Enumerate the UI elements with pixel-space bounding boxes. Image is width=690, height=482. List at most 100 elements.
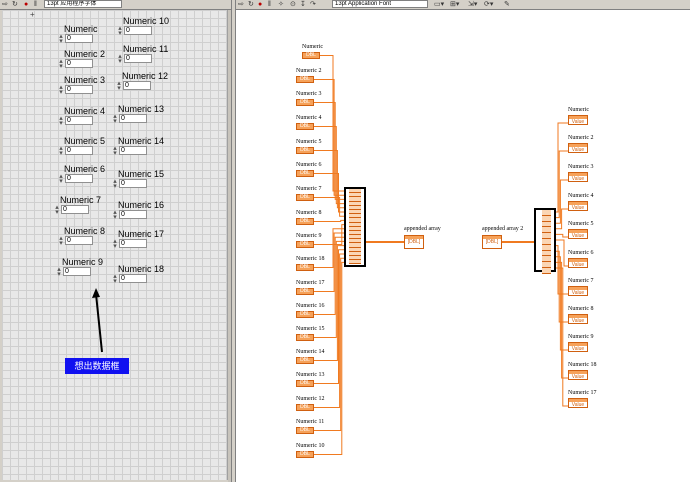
- numeric-input[interactable]: 0: [61, 205, 89, 214]
- terminal-label: Numeric 13: [296, 372, 325, 378]
- terminal-label: Numeric 6: [296, 162, 322, 168]
- numeric-input[interactable]: 0: [119, 146, 147, 155]
- build-array-input[interactable]: [349, 260, 361, 265]
- increment-arrows-icon[interactable]: ▴ ▾: [116, 80, 122, 92]
- terminal-label: Numeric 3: [296, 91, 322, 97]
- numeric-input[interactable]: 0: [65, 146, 93, 155]
- dbl-terminal-box[interactable]: DBL: [296, 288, 314, 295]
- font-selector[interactable]: 13pt 应用程序字体: [44, 0, 122, 8]
- numeric-input[interactable]: 0: [119, 274, 147, 283]
- increment-arrows-icon[interactable]: ▴ ▾: [56, 266, 62, 278]
- dbl-terminal-box[interactable]: DBL: [296, 427, 314, 434]
- terminal-label: Numeric 18: [568, 362, 597, 368]
- numeric-input[interactable]: 0: [119, 239, 147, 248]
- index-array-node[interactable]: [534, 208, 556, 274]
- dbl-terminal-box[interactable]: DBL: [296, 123, 314, 130]
- numeric-input[interactable]: 0: [119, 114, 147, 123]
- wire-to-build-array[interactable]: [314, 219, 344, 222]
- value-indicator-box[interactable]: Value: [568, 229, 588, 239]
- numeric-label: Numeric 16: [118, 200, 165, 210]
- dbl-terminal-box[interactable]: DBL: [296, 99, 314, 106]
- numeric-input[interactable]: 0: [65, 236, 93, 245]
- terminal-label: Numeric 12: [296, 396, 325, 402]
- dbl-terminal-box[interactable]: DBL: [302, 52, 320, 59]
- value-indicator-box[interactable]: Value: [568, 398, 588, 408]
- dbl-terminal-box[interactable]: DBL: [296, 194, 314, 201]
- dbl-terminal-box[interactable]: DBL: [296, 311, 314, 318]
- value-indicator-box[interactable]: Value: [568, 342, 588, 352]
- increment-arrows-icon[interactable]: ▴ ▾: [117, 53, 123, 65]
- value-indicator-box[interactable]: Value: [568, 286, 588, 296]
- terminal-label: Numeric 14: [296, 349, 325, 355]
- numeric-input[interactable]: 0: [65, 85, 93, 94]
- front-panel-window: ⇨ ↻ ● ‖ 13pt 应用程序字体 + Numeric ▴ ▾ 0 Numeric …: [0, 0, 231, 482]
- dbl-terminal-box[interactable]: DBL: [296, 451, 314, 458]
- build-array-node[interactable]: [344, 187, 366, 267]
- numeric-input[interactable]: 0: [119, 179, 147, 188]
- numeric-label: Numeric 4: [64, 106, 106, 116]
- increment-arrows-icon[interactable]: ▴ ▾: [54, 204, 60, 216]
- pause-icon[interactable]: ‖: [34, 1, 37, 8]
- terminal-label: Numeric 5: [296, 139, 322, 145]
- terminal-label: appended array 2: [482, 226, 524, 232]
- value-indicator-box[interactable]: Value: [568, 258, 588, 268]
- dbl-terminal-box[interactable]: DBL: [296, 264, 314, 271]
- value-indicator-box[interactable]: Value: [568, 370, 588, 380]
- increment-arrows-icon[interactable]: ▴ ▾: [112, 238, 118, 250]
- block-diagram-window: ⇨ ↻ ● ‖ ✧ ⊙ ↧ ↷ 13pt Application Font ▭▾…: [236, 0, 690, 482]
- value-indicator-box[interactable]: Value: [568, 172, 588, 182]
- dbl-terminal-box[interactable]: DBL: [296, 357, 314, 364]
- dbl-terminal-box[interactable]: DBL: [296, 404, 314, 411]
- index-array-output[interactable]: [542, 267, 551, 274]
- array-indicator-box[interactable]: [DBL]: [404, 235, 424, 249]
- terminal-label: Numeric: [302, 44, 323, 50]
- cursor-icon: +: [30, 10, 35, 19]
- value-tag: Value: [571, 176, 585, 182]
- dbl-terminal-box[interactable]: DBL: [296, 241, 314, 248]
- increment-arrows-icon[interactable]: ▴ ▾: [112, 145, 118, 157]
- increment-arrows-icon[interactable]: ▴ ▾: [112, 273, 118, 285]
- value-indicator-box[interactable]: Value: [568, 143, 588, 153]
- numeric-input[interactable]: 0: [123, 81, 151, 90]
- wire-to-indicator[interactable]: [556, 233, 568, 238]
- run-continuous-icon[interactable]: ↻: [12, 1, 18, 8]
- dbl-terminal-box[interactable]: DBL: [296, 170, 314, 177]
- terminal-label: Numeric 18: [296, 256, 325, 262]
- value-indicator-box[interactable]: Value: [568, 115, 588, 125]
- numeric-input[interactable]: 0: [119, 210, 147, 219]
- dbl-terminal-box[interactable]: DBL: [296, 334, 314, 341]
- run-arrow-icon[interactable]: ⇨: [2, 1, 8, 8]
- terminal-label: Numeric 15: [296, 326, 325, 332]
- numeric-input[interactable]: 0: [124, 54, 152, 63]
- value-indicator-box[interactable]: Value: [568, 201, 588, 211]
- numeric-input[interactable]: 0: [65, 59, 93, 68]
- wire-to-indicator[interactable]: [556, 122, 568, 213]
- numeric-input[interactable]: 0: [63, 267, 91, 276]
- value-indicator-box[interactable]: Value: [568, 314, 588, 324]
- increment-arrows-icon[interactable]: ▴ ▾: [58, 235, 64, 247]
- dbl-terminal-box[interactable]: DBL: [296, 380, 314, 387]
- increment-arrows-icon[interactable]: ▴ ▾: [112, 178, 118, 190]
- numeric-input[interactable]: 0: [65, 34, 93, 43]
- increment-arrows-icon[interactable]: ▴ ▾: [112, 209, 118, 221]
- increment-arrows-icon[interactable]: ▴ ▾: [58, 33, 64, 45]
- increment-arrows-icon[interactable]: ▴ ▾: [58, 84, 64, 96]
- increment-arrows-icon[interactable]: ▴ ▾: [58, 145, 64, 157]
- dbl-terminal-box[interactable]: DBL: [296, 147, 314, 154]
- increment-arrows-icon[interactable]: ▴ ▾: [112, 113, 118, 125]
- dbl-terminal-box[interactable]: DBL: [296, 76, 314, 83]
- wire-to-build-array[interactable]: [320, 55, 344, 192]
- value-tag: Value: [571, 205, 585, 211]
- abort-icon[interactable]: ●: [24, 1, 28, 8]
- numeric-input[interactable]: 0: [65, 174, 93, 183]
- increment-arrows-icon[interactable]: ▴ ▾: [58, 58, 64, 70]
- increment-arrows-icon[interactable]: ▴ ▾: [58, 173, 64, 185]
- dbl-terminal-box[interactable]: DBL: [296, 218, 314, 225]
- numeric-input[interactable]: 0: [65, 116, 93, 125]
- value-tag: Value: [571, 262, 585, 268]
- increment-arrows-icon[interactable]: ▴ ▾: [58, 115, 64, 127]
- numeric-label: Numeric 18: [118, 264, 165, 274]
- array-control-box[interactable]: [DBL]: [482, 235, 502, 249]
- numeric-input[interactable]: 0: [124, 26, 152, 35]
- increment-arrows-icon[interactable]: ▴ ▾: [117, 25, 123, 37]
